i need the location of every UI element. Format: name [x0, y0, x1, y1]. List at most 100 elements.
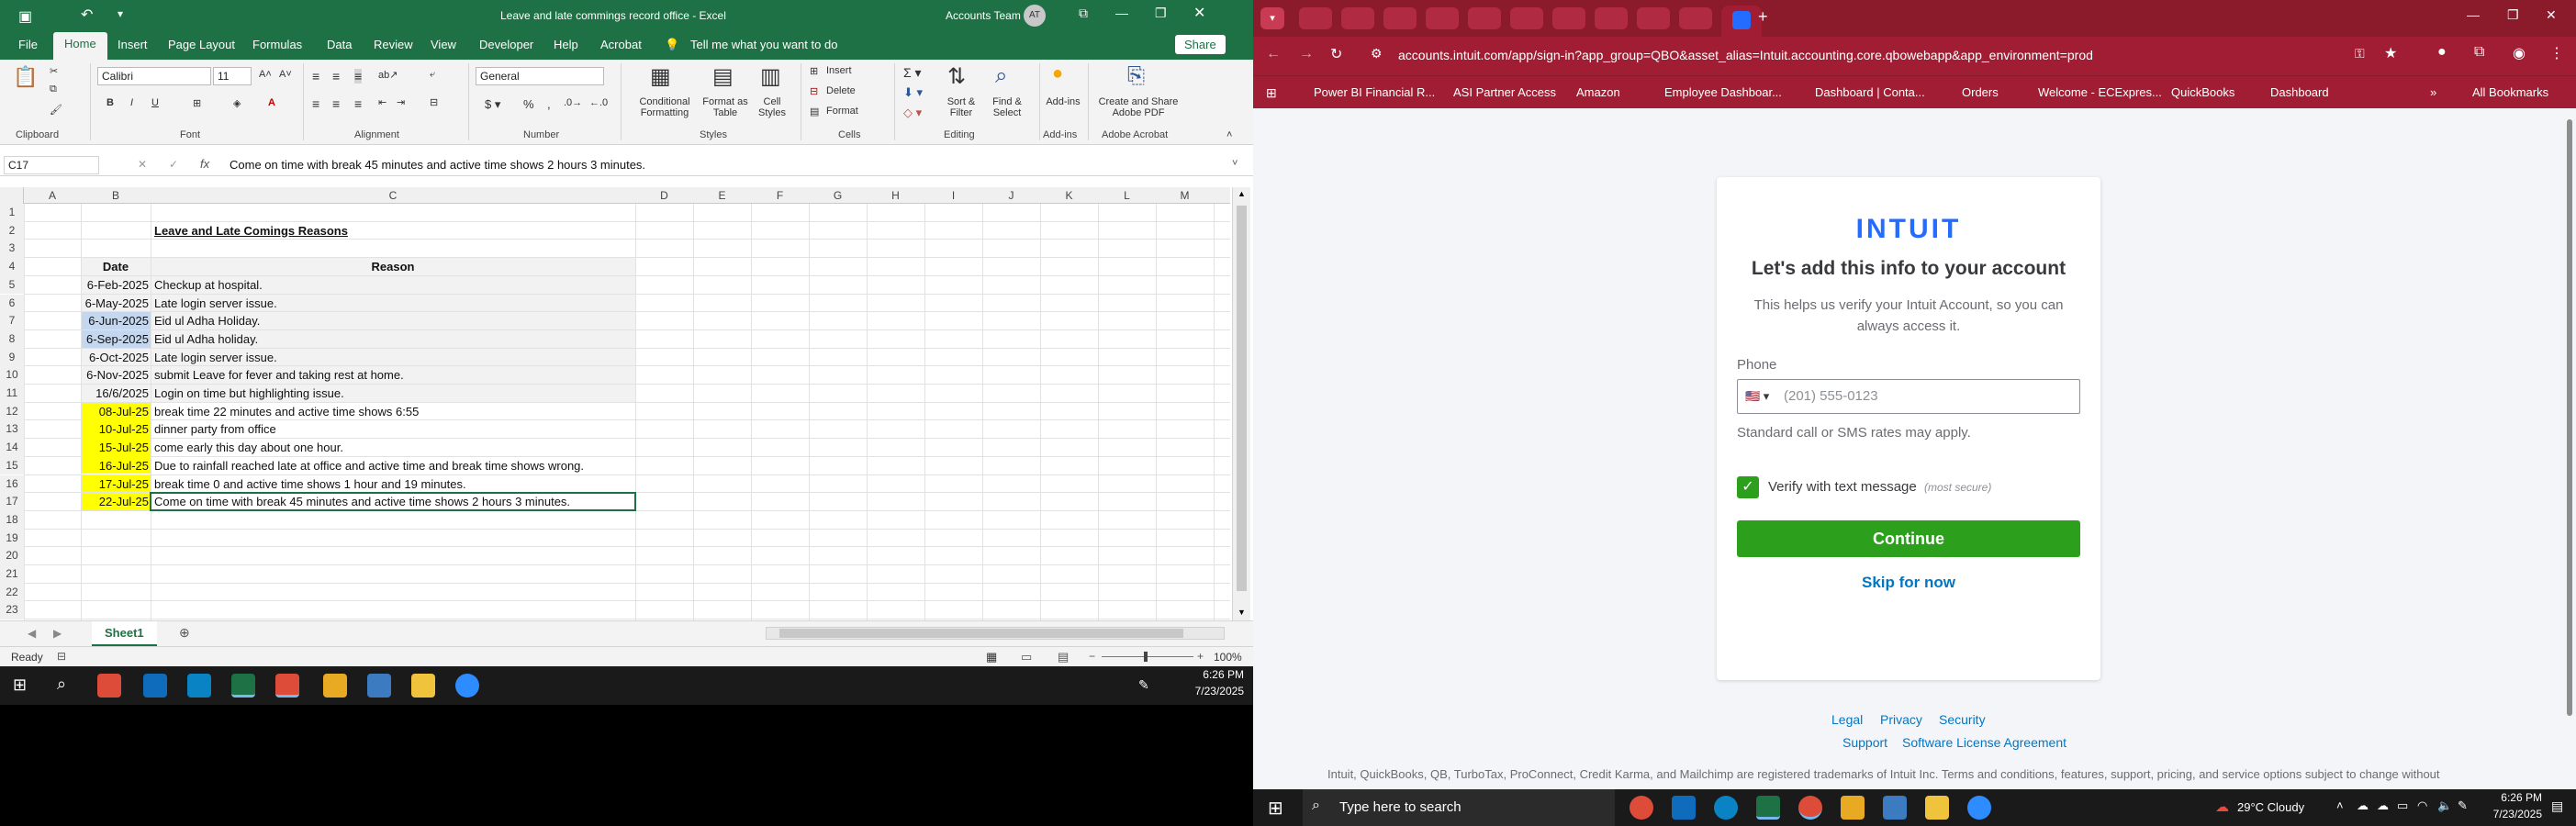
- bookmark-employee-dashboard[interactable]: Employee Dashboar...: [1664, 85, 1782, 99]
- row-header[interactable]: 4: [0, 258, 24, 276]
- phone-input[interactable]: (201) 555-0123: [1784, 388, 1878, 404]
- sort-filter-icon[interactable]: ⇅: [947, 63, 966, 90]
- underline-icon[interactable]: U: [151, 97, 159, 108]
- tab-acrobat[interactable]: Acrobat: [600, 38, 642, 51]
- calculator-icon[interactable]: [1883, 796, 1907, 820]
- notifications-icon[interactable]: ▤: [2551, 798, 2563, 814]
- scroll-down-icon[interactable]: ▼: [1238, 608, 1246, 617]
- reason-cell[interactable]: break time 0 and active time shows 1 hou…: [154, 477, 466, 491]
- bookmark-orders[interactable]: Orders: [1962, 85, 1999, 99]
- wrap-text-icon[interactable]: ⤶: [430, 69, 435, 81]
- security-link[interactable]: Security: [1939, 712, 1986, 727]
- bold-icon[interactable]: B: [106, 97, 114, 108]
- taskbar-date[interactable]: 7/23/2025: [1170, 685, 1244, 698]
- reason-cell[interactable]: come early this day about one hour.: [154, 441, 343, 454]
- verify-label[interactable]: Verify with text message: [1768, 479, 1917, 495]
- skip-for-now-link[interactable]: Skip for now: [1717, 574, 2100, 592]
- sticky-notes-icon[interactable]: [1841, 796, 1865, 820]
- active-browser-tab[interactable]: [1721, 6, 1762, 37]
- cut-icon[interactable]: ✂: [50, 65, 58, 77]
- align-middle-icon[interactable]: ≡: [332, 69, 340, 84]
- col-header-k[interactable]: K: [1040, 189, 1098, 202]
- date-cell[interactable]: 16-Jul-25: [81, 459, 149, 473]
- fill-color-icon[interactable]: ◈: [233, 97, 241, 109]
- wifi-icon[interactable]: ◠: [2417, 798, 2427, 813]
- new-tab-icon[interactable]: +: [1758, 7, 1768, 27]
- align-right-icon[interactable]: ≡: [354, 96, 362, 111]
- ribbon-display-icon[interactable]: ⧉: [1079, 6, 1088, 21]
- fill-icon[interactable]: ⬇ ▾: [903, 85, 923, 100]
- sheet-title[interactable]: Leave and Late Comings Reasons: [154, 224, 348, 238]
- align-bottom-icon[interactable]: ≡: [354, 69, 363, 84]
- close-button[interactable]: ✕: [2546, 7, 2557, 23]
- delete-cells-icon[interactable]: ⊟: [810, 85, 818, 97]
- weather-icon[interactable]: ☁: [2215, 798, 2229, 815]
- taskbar-time[interactable]: 6:26 PM: [1170, 668, 1244, 681]
- col-header-a[interactable]: A: [24, 189, 81, 202]
- col-header-h[interactable]: H: [867, 189, 924, 202]
- delete-cells-button[interactable]: Delete: [826, 85, 856, 96]
- date-cell[interactable]: 6-May-2025: [81, 296, 149, 310]
- normal-view-icon[interactable]: ▦: [986, 650, 997, 664]
- col-header-g[interactable]: G: [809, 189, 867, 202]
- font-name-select[interactable]: Calibri: [97, 67, 211, 85]
- vertical-scrollbar[interactable]: ▲ ▼: [1232, 187, 1250, 620]
- sort-filter-button[interactable]: Sort & Filter: [938, 96, 984, 118]
- header-date[interactable]: Date: [81, 260, 151, 273]
- row-header[interactable]: 5: [0, 275, 24, 295]
- row-header[interactable]: 10: [0, 366, 24, 385]
- row-header[interactable]: 7: [0, 312, 24, 330]
- undo-icon[interactable]: ↶: [81, 6, 93, 24]
- file-explorer-icon[interactable]: [1925, 796, 1949, 820]
- addins-icon[interactable]: ●: [1052, 63, 1063, 84]
- maximize-button[interactable]: ❐: [2507, 7, 2519, 23]
- add-sheet-icon[interactable]: ⊕: [179, 625, 190, 641]
- tab-home[interactable]: Home: [53, 32, 107, 60]
- zoom-out-icon[interactable]: −: [1089, 650, 1095, 663]
- bookmark-amazon[interactable]: Amazon: [1576, 85, 1620, 99]
- page-scrollbar[interactable]: [2567, 119, 2572, 716]
- minimize-button[interactable]: —: [1115, 6, 1128, 20]
- currency-icon[interactable]: $ ▾: [485, 97, 500, 112]
- reason-cell[interactable]: Late login server issue.: [154, 296, 277, 310]
- bookmark-dashboard-conta[interactable]: Dashboard | Conta...: [1815, 85, 1925, 99]
- font-size-select[interactable]: 11: [213, 67, 252, 85]
- col-header-c[interactable]: C: [151, 189, 635, 202]
- browser-tab[interactable]: [1510, 7, 1543, 29]
- expand-formula-bar-icon[interactable]: ˅: [1232, 158, 1238, 169]
- windows-start-icon[interactable]: ⊞: [13, 675, 27, 695]
- browser-tab[interactable]: [1679, 7, 1712, 29]
- cell-styles-icon[interactable]: ▥: [760, 63, 781, 90]
- share-button[interactable]: Share: [1175, 35, 1226, 54]
- h-scroll-thumb[interactable]: [779, 629, 1183, 638]
- col-header-e[interactable]: E: [693, 189, 751, 202]
- date-cell[interactable]: 16/6/2025: [81, 386, 149, 400]
- decrease-decimal-icon[interactable]: ←.0: [589, 97, 608, 108]
- format-as-table-icon[interactable]: ▤: [712, 63, 734, 90]
- enter-icon[interactable]: ✓: [169, 158, 178, 171]
- insert-function-icon[interactable]: fx: [200, 157, 209, 171]
- edge-icon[interactable]: [187, 674, 211, 698]
- date-cell[interactable]: 17-Jul-25: [81, 477, 149, 491]
- cell-styles-button[interactable]: Cell Styles: [749, 96, 795, 118]
- prev-sheet-icon[interactable]: ◀: [28, 627, 36, 640]
- weather-text[interactable]: 29°C Cloudy: [2237, 800, 2304, 814]
- row-header[interactable]: 21: [0, 565, 24, 584]
- row-header[interactable]: 20: [0, 547, 24, 565]
- browser-tab[interactable]: [1383, 7, 1417, 29]
- bookmark-star-icon[interactable]: ★: [2384, 44, 2397, 62]
- format-as-table-button[interactable]: Format as Table: [700, 96, 751, 118]
- col-header-j[interactable]: J: [982, 189, 1040, 202]
- date-cell[interactable]: 6-Sep-2025: [81, 332, 149, 346]
- orientation-icon[interactable]: ab↗: [378, 69, 398, 81]
- bookmark-power-bi[interactable]: Power BI Financial R...: [1314, 85, 1435, 99]
- decrease-font-icon[interactable]: A˅: [279, 69, 292, 80]
- taskbar-time[interactable]: 6:26 PM: [2478, 791, 2542, 804]
- tab-data[interactable]: Data: [327, 38, 352, 51]
- conditional-formatting-icon[interactable]: ▦: [650, 63, 671, 90]
- tab-file[interactable]: File: [18, 38, 38, 51]
- browser-tab[interactable]: [1552, 7, 1585, 29]
- chrome-active-icon[interactable]: [275, 674, 299, 698]
- windows-start-icon[interactable]: ⊞: [1268, 797, 1283, 820]
- header-reason[interactable]: Reason: [151, 260, 635, 273]
